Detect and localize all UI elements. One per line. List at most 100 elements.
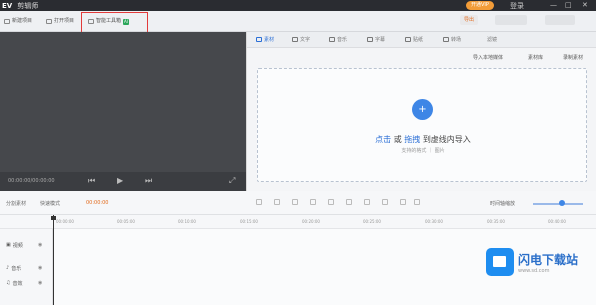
text-icon: [292, 37, 298, 42]
music-track-label: 音乐: [11, 265, 22, 272]
music-track-icon: ♪: [6, 265, 10, 271]
ruler-tick: 00:15:00: [240, 219, 258, 224]
preview-time: 00:00:00/00:00:00: [8, 178, 55, 184]
import-local-label: 导入本地媒体: [473, 55, 504, 61]
add-icon[interactable]: +: [412, 99, 433, 120]
tab-filter-label: 滤镜: [487, 37, 498, 43]
previous-frame-icon[interactable]: ⏮: [88, 176, 95, 186]
tab-sticker[interactable]: 贴纸: [405, 36, 423, 43]
open-vip-button[interactable]: 开通VIP: [466, 1, 494, 10]
tab-filter[interactable]: 滤镜: [487, 36, 497, 43]
visibility-icon[interactable]: ◉: [38, 242, 42, 248]
or-text: 或: [393, 135, 402, 144]
delete-icon[interactable]: [310, 199, 316, 205]
undo-icon[interactable]: [256, 199, 262, 205]
split-icon[interactable]: [292, 199, 298, 205]
media-tabs: 素材 文字 音乐 字幕 贴纸 转场 滤镜: [247, 32, 596, 48]
music-icon: [329, 37, 335, 42]
tab-subtitle[interactable]: 字幕: [367, 36, 385, 43]
tab-sticker-label: 贴纸: [413, 37, 424, 43]
subtitle-icon: [367, 37, 373, 42]
open-project-label: 打开项目: [54, 18, 75, 24]
export-button[interactable]: 导出: [460, 15, 479, 25]
zoom-slider-handle[interactable]: [559, 200, 565, 206]
fullscreen-icon[interactable]: ⤢: [229, 176, 235, 186]
import-local-button[interactable]: 导入本地媒体: [473, 54, 503, 61]
tab-subtitle-label: 字幕: [375, 37, 386, 43]
app-logo: EV: [2, 1, 13, 10]
ruler-tick: 00:40:00: [548, 219, 566, 224]
watermark-logo: [486, 248, 514, 276]
new-project-button[interactable]: 新建项目: [4, 16, 32, 27]
ruler-tick: 00:25:00: [363, 219, 381, 224]
new-project-label: 新建项目: [12, 18, 33, 24]
play-icon[interactable]: ▶: [117, 176, 123, 185]
playhead-handle[interactable]: [51, 216, 56, 220]
watermark-text: 闪电下载站 www.sd.com: [518, 251, 578, 274]
minimize-icon[interactable]: —: [550, 1, 557, 9]
mute-icon[interactable]: ◉: [38, 265, 42, 271]
tab-material-label: 素材: [264, 37, 275, 43]
login-button[interactable]: 登录: [510, 1, 524, 11]
watermark-title: 闪电下载站: [518, 252, 579, 267]
tab-text[interactable]: 文字: [292, 36, 310, 43]
material-icon: [256, 37, 262, 42]
split-material-label[interactable]: 分割素材: [6, 200, 26, 207]
app-window: EV 剪辑师 开通VIP 登录 — □ ✕ 新建项目 打开项目 智能工具箱 AI…: [0, 0, 596, 305]
watermark-url: www.sd.com: [518, 267, 550, 274]
title-bar: EV 剪辑师 开通VIP 登录 — □ ✕: [0, 0, 596, 11]
supported-formats: 支持的格式 ｜ 图片: [401, 148, 445, 154]
video-track-icon: ▣: [6, 242, 11, 248]
toolbar-right-button[interactable]: [495, 15, 527, 25]
crop-icon[interactable]: [328, 199, 334, 205]
import-dropzone[interactable]: + 点击 或 拖拽 到虚线内导入 支持的格式 ｜ 图片: [257, 68, 587, 182]
tab-transition[interactable]: 转场: [443, 36, 461, 43]
preview-controls: 00:00:00/00:00:00 ⏮ ▶ ⏭ ⤢: [0, 172, 246, 191]
ruler-tick: 00:00:00: [56, 219, 74, 224]
toolbar-right-button-2[interactable]: [545, 15, 575, 25]
tab-music-label: 音乐: [337, 37, 348, 43]
mosaic-icon[interactable]: [382, 199, 388, 205]
freeze-icon[interactable]: [364, 199, 370, 205]
record-button[interactable]: 录制素材: [563, 54, 583, 61]
quick-mode-label[interactable]: 快速模式: [40, 200, 60, 207]
open-project-button[interactable]: 打开项目: [46, 16, 74, 27]
mute-icon[interactable]: ◉: [38, 280, 42, 286]
transition-icon: [443, 37, 449, 42]
sticker-icon: [405, 37, 411, 42]
tab-music[interactable]: 音乐: [329, 36, 347, 43]
material-library-button[interactable]: 素材库: [528, 54, 543, 61]
next-frame-icon[interactable]: ⏭: [145, 176, 152, 186]
playhead[interactable]: [53, 215, 54, 305]
timeline-toolbar: 分割素材 快速模式 00:00:00 时间轴缩放: [0, 191, 596, 215]
ruler-tick: 00:30:00: [425, 219, 443, 224]
timeline-time: 00:00:00: [86, 200, 109, 206]
sound-effect-track-header: ♫ 音效 ◉: [0, 276, 53, 290]
rotate-icon[interactable]: [400, 199, 406, 205]
video-preview: [0, 32, 246, 172]
video-track-header: ▣ 视频 ◉: [0, 238, 53, 252]
maximize-icon[interactable]: □: [565, 1, 572, 9]
zoom-label: 时间轴缩放: [490, 201, 516, 207]
zoom-slider[interactable]: [533, 203, 583, 205]
music-track-header: ♪ 音乐 ◉: [0, 261, 53, 275]
tab-material[interactable]: 素材: [256, 36, 274, 43]
drop-rest-text: 到虚线内导入: [422, 135, 471, 144]
new-project-icon: [4, 19, 10, 24]
record-label: 录制素材: [563, 55, 584, 61]
ruler-tick: 00:05:00: [117, 219, 135, 224]
watermark: 闪电下载站 www.sd.com: [486, 244, 592, 280]
media-panel: 素材 文字 音乐 字幕 贴纸 转场 滤镜 导入本地媒体 素材库 录制素材 + 点…: [246, 32, 596, 191]
close-icon[interactable]: ✕: [582, 1, 588, 9]
tab-transition-label: 转场: [451, 37, 462, 43]
fit-screen-icon[interactable]: [414, 199, 420, 205]
ruler-tick: 00:35:00: [487, 219, 505, 224]
speed-icon[interactable]: [346, 199, 352, 205]
click-link[interactable]: 点击: [375, 135, 391, 144]
material-library-label: 素材库: [528, 55, 544, 61]
drag-link: 拖拽: [404, 135, 421, 144]
app-name: 剪辑师: [17, 1, 39, 10]
ruler-tick: 00:20:00: [302, 219, 320, 224]
timeline-ruler[interactable]: 00:00:00 00:05:00 00:10:00 00:15:00 00:2…: [0, 215, 596, 229]
redo-icon[interactable]: [274, 199, 280, 205]
